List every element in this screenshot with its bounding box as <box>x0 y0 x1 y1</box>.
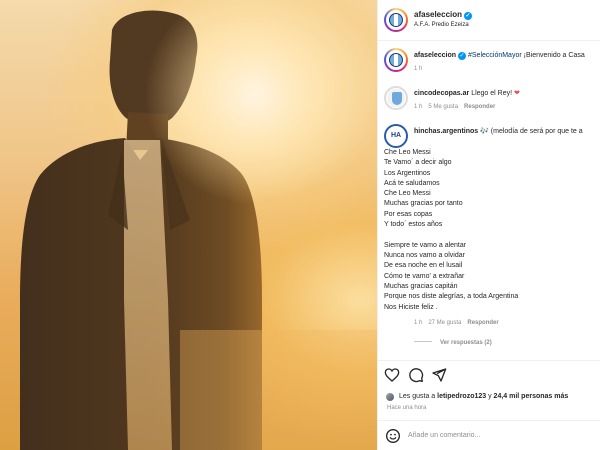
hinchas-avatar-label: HA <box>386 126 406 146</box>
comment-likes-2[interactable]: 27 Me gusta <box>428 320 461 326</box>
post-location[interactable]: A.F.A. Predio Ezeiza <box>414 22 469 28</box>
comment-divider <box>377 420 600 421</box>
afa-logo-icon <box>389 53 403 67</box>
comment-avatar-hinchas[interactable]: HA <box>384 124 408 148</box>
caption-body: ¡Bienvenido a Casa <box>521 52 585 59</box>
emoji-icon[interactable] <box>385 428 401 444</box>
post-time[interactable]: Hace una hora <box>387 405 426 411</box>
post-photo <box>0 0 377 450</box>
comment-lyrics: Che Leo Messi Te Vamo´ a decir algo Los … <box>384 148 594 313</box>
liker-avatar[interactable] <box>385 392 395 402</box>
lyric-line: Muchas gracias capitán <box>384 283 458 291</box>
lyric-line: Por esas copas <box>384 210 433 218</box>
lyric-line: Te Vamo´ a decir algo <box>384 159 452 167</box>
comment-time-2[interactable]: 1 h <box>414 320 422 326</box>
comment-username-1[interactable]: cincodecopas.ar <box>414 90 469 97</box>
reply-button-1[interactable]: Responder <box>464 104 495 110</box>
comment-text-1: cincodecopas.ar Llego el Rey! ❤ <box>414 89 520 97</box>
comment-icon[interactable] <box>408 367 424 383</box>
likes-user[interactable]: letipedrozo123 <box>437 393 486 400</box>
caption-text: afaseleccion ✓ #SelecciónMayor ¡Bienvenid… <box>414 52 585 60</box>
lyric-line: Los Argentinos <box>384 169 431 177</box>
lyric-line: Cómo te vamo' a extrañar <box>384 272 465 280</box>
lyric-line: Nos Hiciste feliz . <box>384 303 438 311</box>
actions-divider <box>377 360 600 361</box>
share-icon[interactable] <box>431 367 447 383</box>
comment-username-2[interactable]: hinchas.argentinos <box>414 128 478 135</box>
lyric-line: Acá te saludamos <box>384 179 440 187</box>
caption-avatar[interactable] <box>384 48 408 72</box>
comment-body-1: Llego el Rey! <box>469 90 514 97</box>
post-header <box>378 0 600 41</box>
caption-meta: 1 h <box>414 66 428 72</box>
comment-meta-1: 1 h 5 Me gusta Responder <box>414 104 501 110</box>
likes-prefix: Les gusta a <box>399 393 438 400</box>
cup-icon <box>392 92 402 105</box>
view-replies-button[interactable]: Ver respuestas (2) <box>414 340 492 346</box>
lyric-line: Muchas gracias por tanto <box>384 200 463 208</box>
comment-meta-2: 1 h 27 Me gusta Responder <box>414 320 505 326</box>
header-username[interactable]: afaseleccion ✓ <box>414 10 473 20</box>
caption-username[interactable]: afaseleccion <box>414 52 456 59</box>
music-note-emoji-icon: 🎶 <box>480 128 489 135</box>
lyric-line: Porque nos diste alegrías, a toda Argent… <box>384 293 519 301</box>
comment-input[interactable]: Añade un comentario... <box>408 432 480 439</box>
lyric-line: Nunca nos vamo a olvidar <box>384 252 465 260</box>
caption-hashtag[interactable]: #SelecciónMayor <box>468 52 522 59</box>
comment-avatar-cincodecopas[interactable] <box>384 86 408 110</box>
comment-time-1[interactable]: 1 h <box>414 104 422 110</box>
account-avatar[interactable] <box>384 8 408 32</box>
lyric-line: Y todo´ estos años <box>384 221 443 229</box>
caption-time[interactable]: 1 h <box>414 66 422 72</box>
verified-icon: ✓ <box>458 52 467 60</box>
header-username-text[interactable]: afaseleccion <box>414 10 462 19</box>
heart-icon[interactable] <box>384 367 400 383</box>
lyric-line: Che Leo Messi <box>384 190 431 198</box>
likes-count[interactable]: 24,4 mil personas más <box>494 393 569 400</box>
reply-button-2[interactable]: Responder <box>467 320 498 326</box>
lyric-line: Siempre te vamo a alentar <box>384 241 467 249</box>
likes-middle: y <box>486 393 494 400</box>
comment-body-2: (melodía de será por que te a <box>488 128 583 135</box>
man-silhouette <box>0 0 377 450</box>
comment-likes-1[interactable]: 5 Me gusta <box>428 104 458 110</box>
heart-emoji-icon: ❤ <box>514 90 520 97</box>
afa-logo-icon <box>389 13 403 27</box>
verified-icon: ✓ <box>464 12 473 20</box>
lyric-line: De esa noche en el lusail <box>384 262 463 270</box>
likes-summary: Les gusta a letipedrozo123 y 24,4 mil pe… <box>399 393 568 400</box>
comment-text-2: hinchas.argentinos 🎶 (melodía de será po… <box>414 127 583 135</box>
lyric-line: Che Leo Messi <box>384 149 431 156</box>
